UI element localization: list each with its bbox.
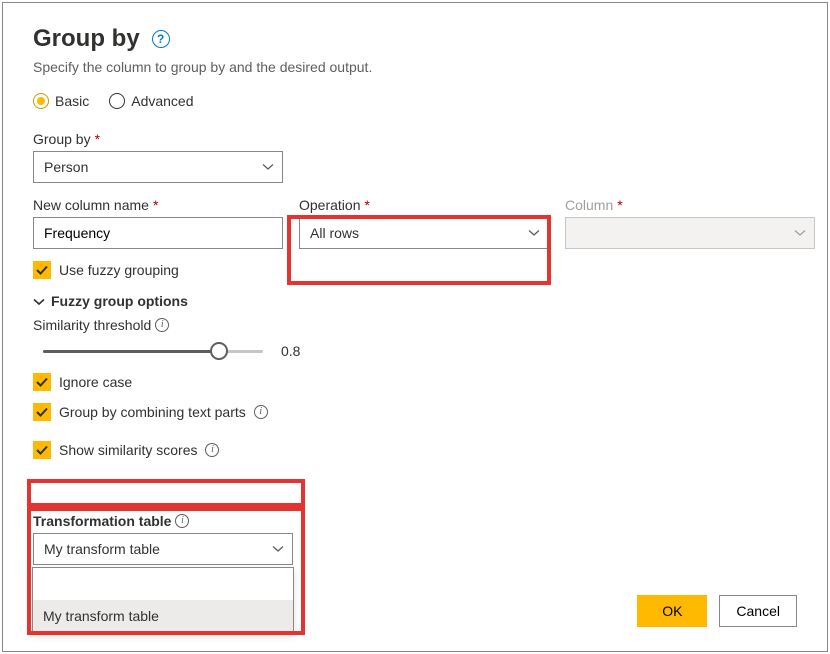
ok-button[interactable]: OK <box>637 595 707 627</box>
fuzzy-options-label: Fuzzy group options <box>51 293 188 309</box>
operation-label: Operation * <box>299 197 549 213</box>
new-column-input[interactable] <box>33 217 283 249</box>
ignore-case-checkbox[interactable] <box>33 373 51 391</box>
use-fuzzy-label: Use fuzzy grouping <box>59 262 179 278</box>
operation-select[interactable]: All rows <box>299 217 549 249</box>
mode-radio-group: Basic Advanced <box>33 93 797 109</box>
operation-value: All rows <box>310 225 359 241</box>
dialog-title: Group by <box>33 25 140 53</box>
chevron-down-icon <box>794 227 806 239</box>
dropdown-blank-item[interactable] <box>33 568 293 600</box>
ignore-case-label: Ignore case <box>59 374 132 390</box>
trans-table-label: Transformation table i <box>33 513 299 529</box>
radio-basic[interactable]: Basic <box>33 93 89 109</box>
use-fuzzy-checkbox[interactable] <box>33 261 51 279</box>
threshold-label: Similarity threshold i <box>33 317 797 333</box>
chevron-down-icon <box>262 161 274 173</box>
dropdown-item-my-transform[interactable]: My transform table <box>33 600 293 632</box>
show-scores-label: Show similarity scores <box>59 442 197 458</box>
help-icon[interactable]: ? <box>152 30 170 48</box>
chevron-down-icon <box>33 295 45 307</box>
group-by-label: Group by * <box>33 131 797 147</box>
combine-parts-checkbox[interactable] <box>33 403 51 421</box>
info-icon[interactable]: i <box>155 318 169 332</box>
info-icon[interactable]: i <box>254 405 268 419</box>
fuzzy-options-toggle[interactable]: Fuzzy group options <box>33 293 797 309</box>
radio-advanced-label: Advanced <box>131 93 193 109</box>
radio-basic-label: Basic <box>55 93 89 109</box>
group-by-dialog: Group by ? Specify the column to group b… <box>2 2 828 652</box>
threshold-value: 0.8 <box>281 343 300 359</box>
column-label: Column * <box>565 197 815 213</box>
chevron-down-icon <box>528 227 540 239</box>
chevron-down-icon <box>272 543 284 555</box>
show-scores-checkbox[interactable] <box>33 441 51 459</box>
group-by-value: Person <box>44 159 88 175</box>
info-icon[interactable]: i <box>205 443 219 457</box>
info-icon[interactable]: i <box>175 514 189 528</box>
trans-table-value: My transform table <box>44 541 160 557</box>
slider-thumb[interactable] <box>210 342 228 360</box>
trans-table-dropdown: My transform table <box>32 567 294 633</box>
cancel-button[interactable]: Cancel <box>719 595 797 627</box>
combine-parts-label: Group by combining text parts <box>59 404 246 420</box>
column-select <box>565 217 815 249</box>
new-column-label: New column name * <box>33 197 283 213</box>
radio-advanced[interactable]: Advanced <box>109 93 193 109</box>
dialog-subtitle: Specify the column to group by and the d… <box>33 59 797 75</box>
trans-table-select[interactable]: My transform table <box>33 533 293 565</box>
group-by-select[interactable]: Person <box>33 151 283 183</box>
threshold-slider[interactable] <box>43 341 263 361</box>
highlight-show-scores <box>27 479 305 507</box>
